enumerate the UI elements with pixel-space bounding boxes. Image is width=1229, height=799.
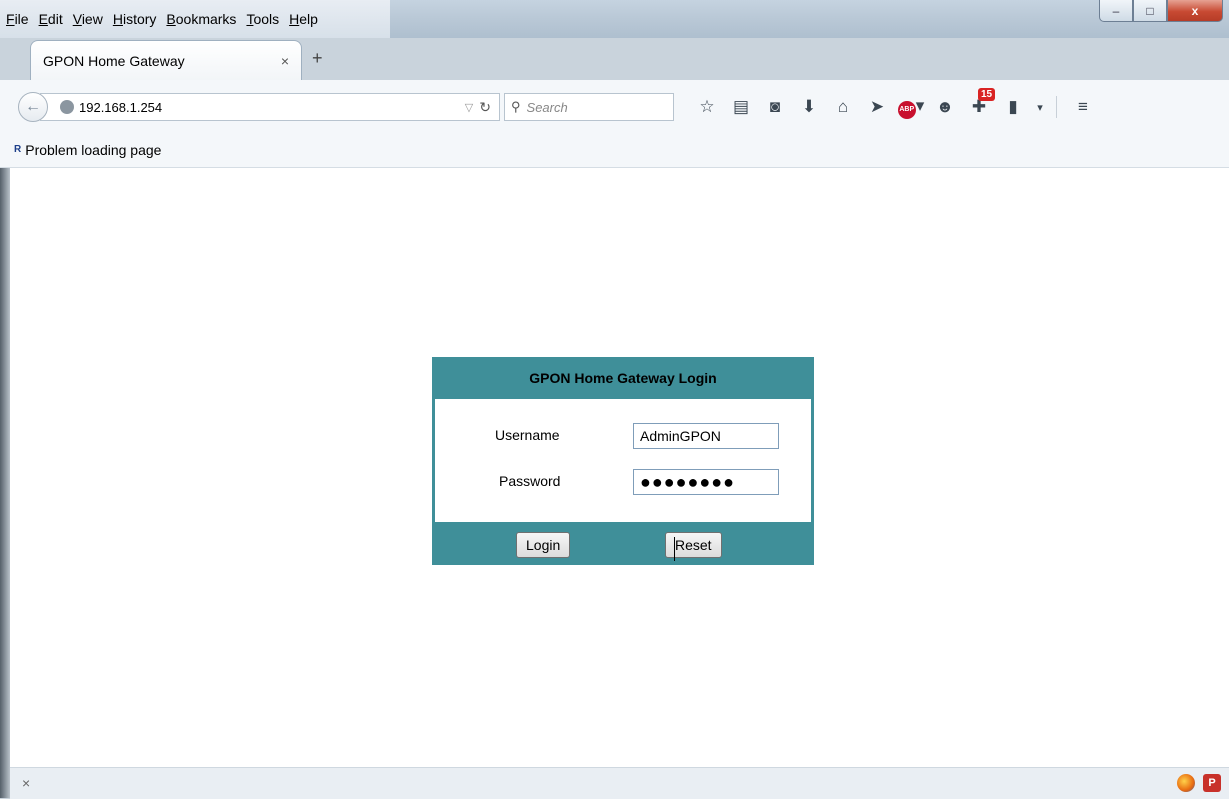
menu-history[interactable]: History (113, 11, 157, 27)
window-controls: – □ x (1099, 0, 1223, 22)
username-field[interactable]: AdminGPON (633, 423, 779, 449)
firefox-icon[interactable] (1177, 774, 1195, 792)
menu-help[interactable]: Help (289, 11, 318, 27)
tab-strip: GPON Home Gateway × + (0, 38, 1229, 80)
toolbar-separator (1056, 96, 1057, 118)
page-content: GPON Home Gateway Login Username AdminGP… (10, 168, 1229, 767)
notification-badge: 15 (978, 88, 996, 101)
search-icon: ⚲ (511, 99, 521, 114)
tab-title: GPON Home Gateway (43, 52, 185, 69)
login-title: GPON Home Gateway Login (529, 370, 717, 386)
back-button[interactable]: ← (18, 92, 48, 122)
overflow-dropdown-icon[interactable]: ▾ (1030, 101, 1050, 114)
send-icon[interactable]: ➤ (860, 97, 894, 117)
menu-file[interactable]: File (6, 11, 29, 27)
url-bar[interactable]: 192.168.1.254 ▽ ↻ (40, 93, 500, 121)
adblock-icon[interactable]: ABP▾ (894, 96, 928, 119)
menu-view[interactable]: View (73, 11, 103, 27)
password-field[interactable]: ●●●●●●●● (633, 469, 779, 495)
navigation-toolbar: 192.168.1.254 ▽ ↻ ← ⚲ Search ☆ ▤ ◙ ⬇ ⌂ ➤… (0, 80, 1229, 133)
close-window-button[interactable]: x (1167, 0, 1223, 22)
menu-bar: File Edit View History Bookmarks Tools H… (0, 0, 390, 38)
menu-bookmarks[interactable]: Bookmarks (166, 11, 236, 27)
login-button[interactable]: Login (516, 532, 571, 558)
username-label: Username (495, 427, 560, 443)
maximize-button[interactable]: □ (1133, 0, 1167, 22)
globe-icon (60, 100, 74, 114)
password-label: Password (499, 473, 561, 489)
minimize-button[interactable]: – (1099, 0, 1133, 22)
pocket-icon[interactable]: ◙ (758, 97, 792, 117)
bookmark-star-icon[interactable]: ☆ (690, 97, 724, 117)
status-bar: × P (10, 767, 1229, 799)
login-panel: GPON Home Gateway Login Username AdminGP… (432, 357, 814, 565)
new-tab-button[interactable]: + (312, 48, 323, 69)
login-form-body: Username AdminGPON Password ●●●●●●●● (435, 399, 811, 522)
toolbar-icons: ☆ ▤ ◙ ⬇ ⌂ ➤ ABP▾ ☻ ✚ 15 ▮ ▾ ≡ (690, 88, 1103, 121)
hamburger-menu-icon[interactable]: ≡ (1063, 97, 1103, 117)
url-dropdown-icon[interactable]: ▽ (465, 101, 473, 114)
home-icon[interactable]: ⌂ (826, 97, 860, 117)
window-left-edge (0, 168, 10, 798)
url-text[interactable]: 192.168.1.254 (79, 100, 465, 115)
p-extension-icon[interactable]: P (1203, 774, 1221, 792)
search-input[interactable]: ⚲ Search (504, 93, 674, 121)
username-row: Username AdminGPON (435, 423, 811, 449)
mouse-cursor (674, 537, 675, 561)
search-placeholder: Search (526, 99, 568, 115)
menu-tools[interactable]: Tools (246, 11, 279, 27)
chat-icon[interactable]: ☻ (928, 97, 962, 117)
bookmark-problem-loading-page[interactable]: Problem loading page (25, 142, 161, 158)
login-button-bar: Login Reset (432, 522, 814, 565)
bookmarks-bar: R Problem loading page (0, 132, 1229, 168)
bookmark-favicon-icon: R (14, 144, 21, 155)
reload-icon[interactable]: ↻ (479, 99, 491, 116)
window-titlebar: File Edit View History Bookmarks Tools H… (0, 0, 1229, 38)
extension-badge-icon[interactable]: ✚ 15 (962, 88, 996, 117)
download-icon[interactable]: ⬇ (792, 97, 826, 117)
back-arrow-icon: ← (25, 98, 41, 115)
tab-gpon-home-gateway[interactable]: GPON Home Gateway × (30, 40, 302, 80)
tab-close-icon[interactable]: × (281, 53, 289, 69)
status-close-icon[interactable]: × (22, 775, 30, 791)
password-row: Password ●●●●●●●● (435, 469, 811, 495)
reading-list-icon[interactable]: ▤ (724, 97, 758, 117)
menu-edit[interactable]: Edit (39, 11, 63, 27)
clipboard-icon[interactable]: ▮ (996, 97, 1030, 117)
